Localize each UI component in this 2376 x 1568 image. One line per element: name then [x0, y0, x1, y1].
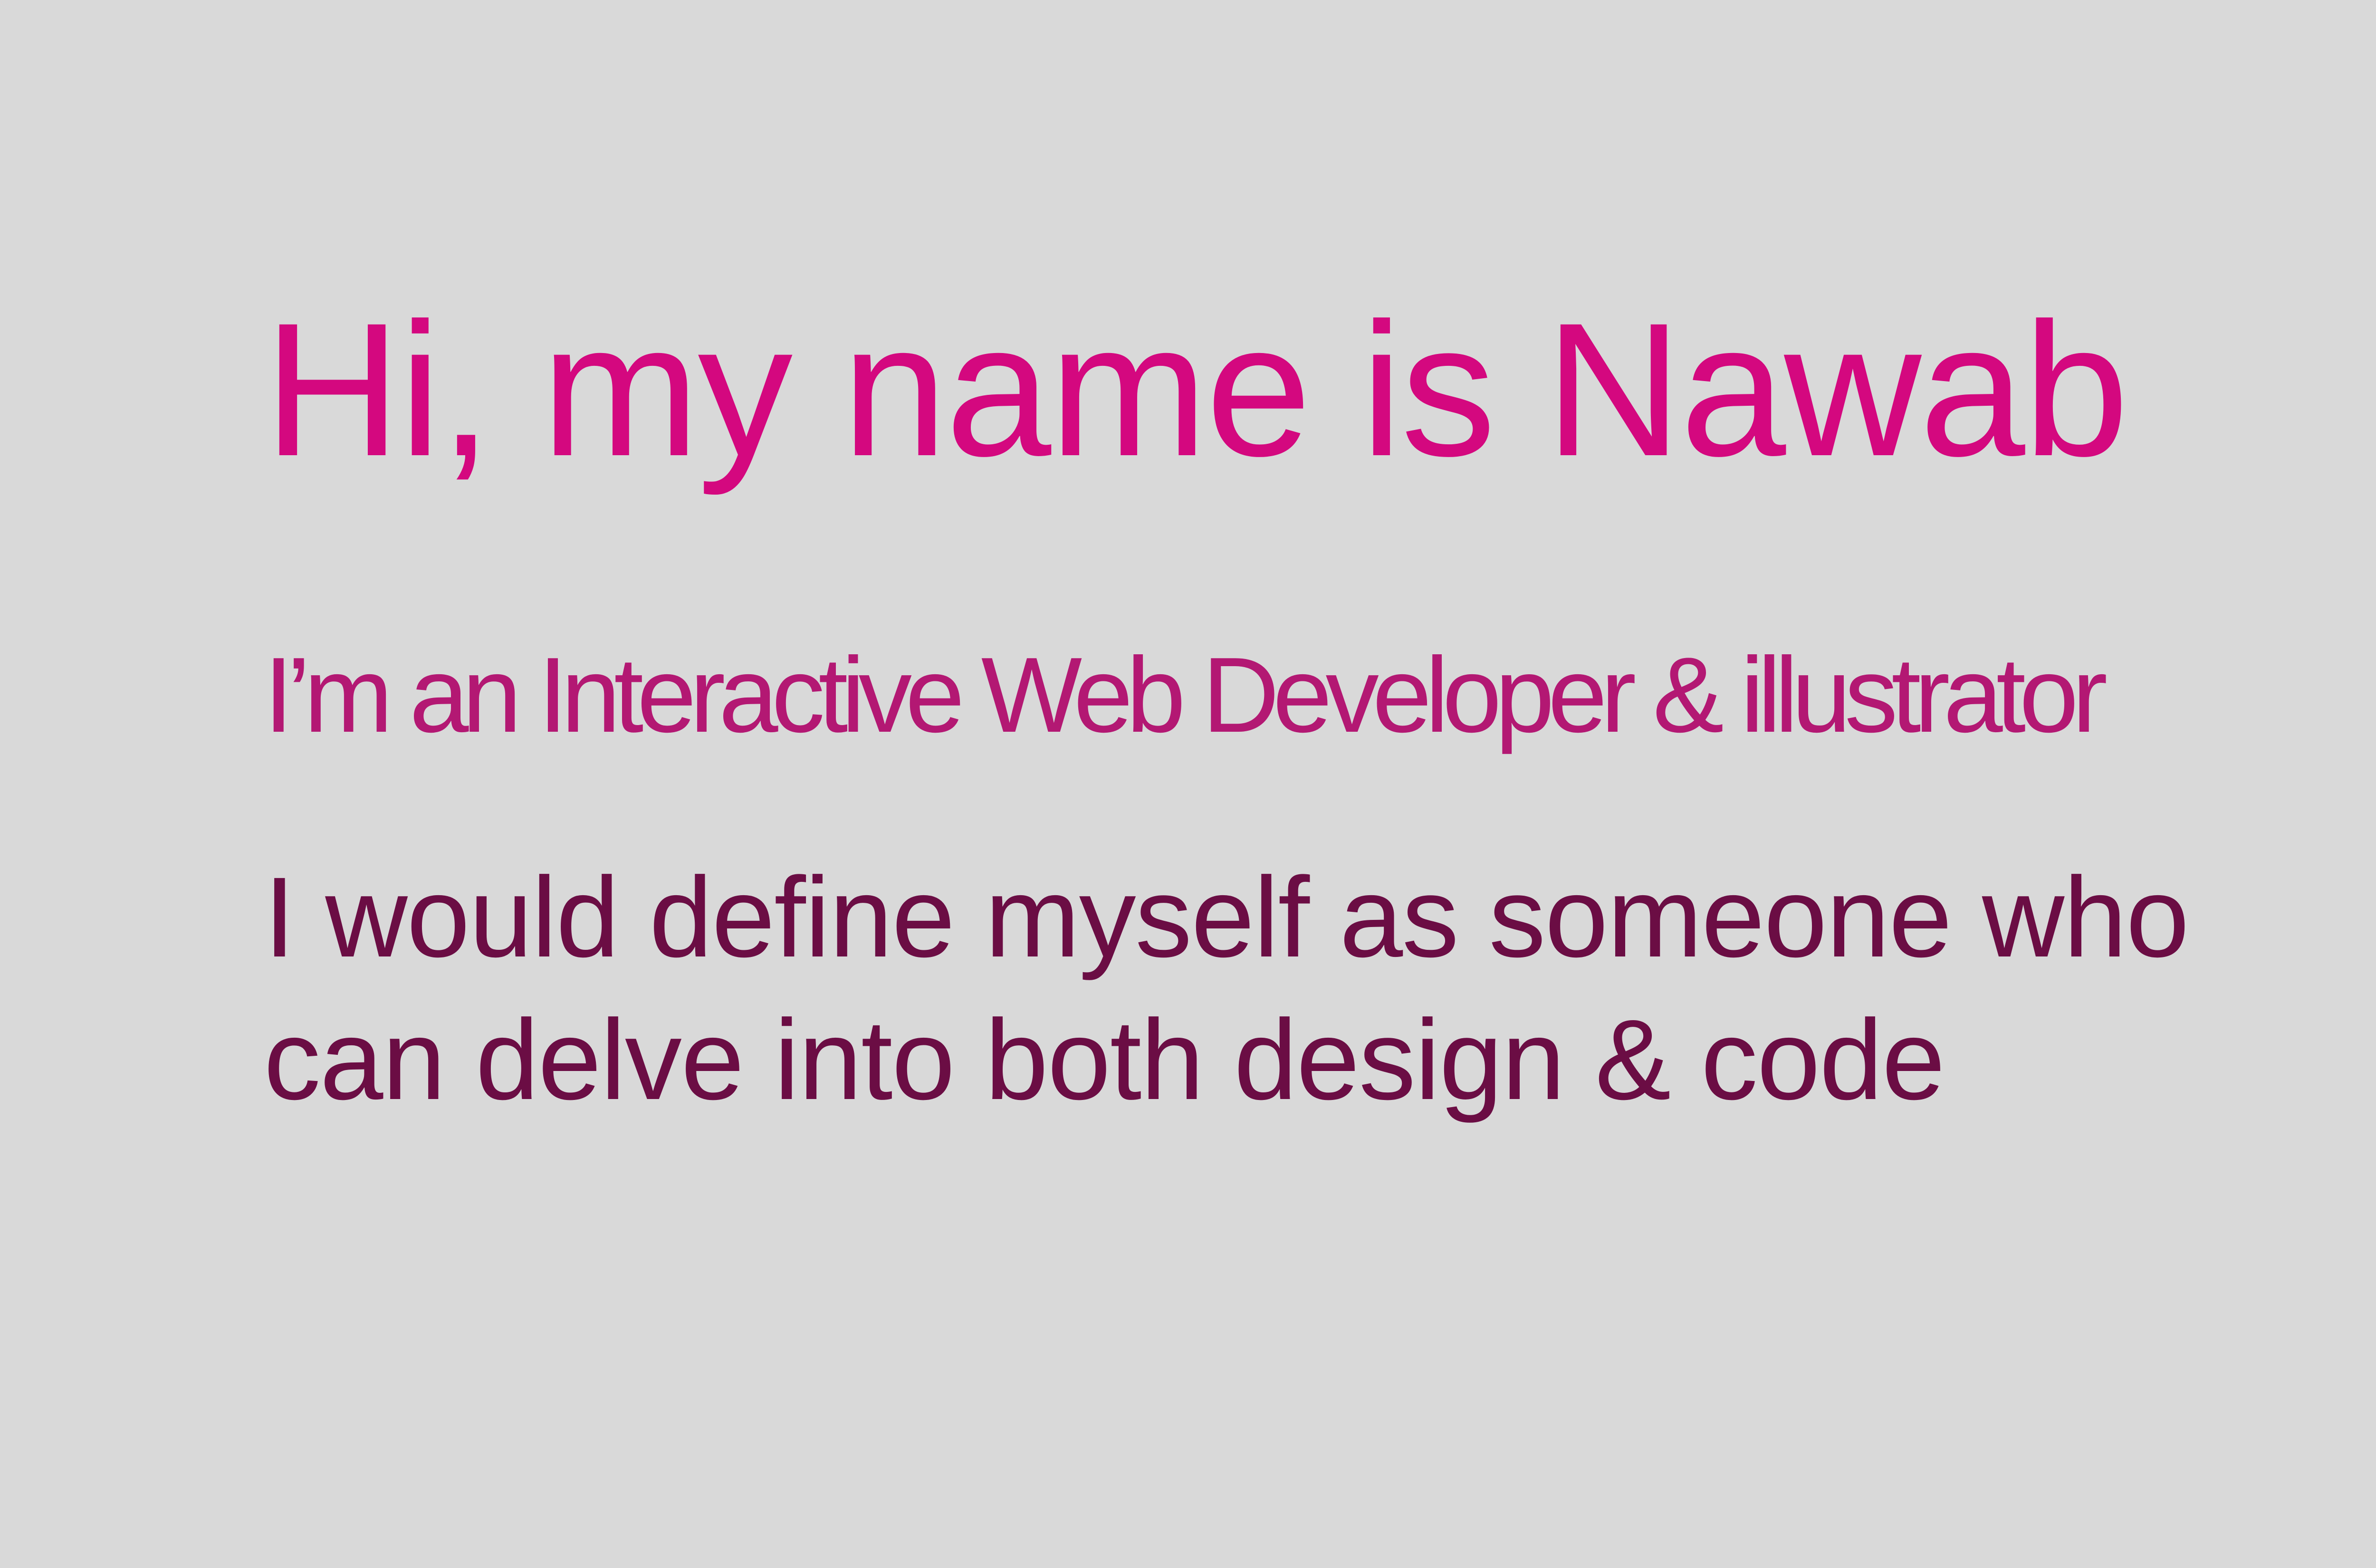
intro-headline: Hi, my name is Nawab	[264, 283, 2129, 496]
intro-description-line-2: can delve into both design & code	[264, 996, 1945, 1123]
intro-description-line-1: I would define myself as someone who	[264, 853, 2189, 981]
intro-description: I would define myself as someone who can…	[264, 846, 2189, 1131]
intro-subtitle: I’m an Interactive Web Developer & illus…	[264, 635, 2108, 755]
intro-section: Hi, my name is Nawab I’m an Interactive …	[264, 283, 2189, 1124]
